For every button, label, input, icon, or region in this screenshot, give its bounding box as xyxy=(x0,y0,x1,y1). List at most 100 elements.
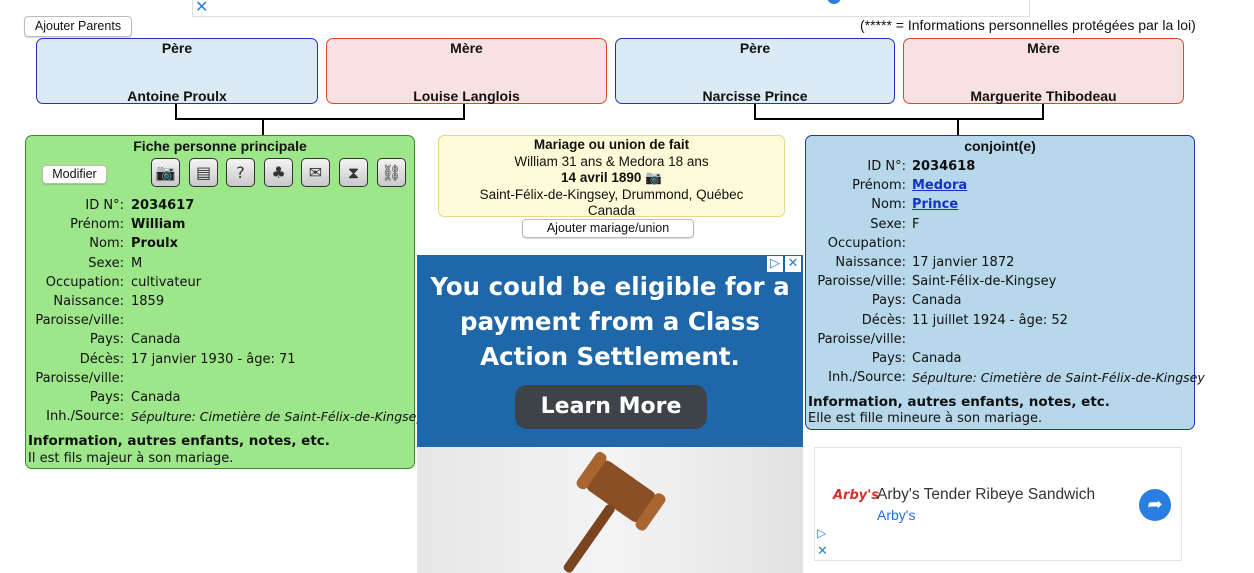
close-ad-icon[interactable]: ✕ xyxy=(195,0,208,16)
gavel-image xyxy=(417,447,803,573)
field-row: Sexe: M xyxy=(26,256,406,275)
modifier-button[interactable]: Modifier xyxy=(42,165,107,184)
ad-info-icon[interactable] xyxy=(827,0,841,4)
field-value: Sépulture: Cimetière de Saint-Félix-de-K… xyxy=(131,409,424,425)
field-row: Nom: Proulx xyxy=(26,236,406,255)
field-row: Occupation: cultivateur xyxy=(26,275,406,294)
field-row: Paroisse/ville: xyxy=(26,371,406,390)
connector-line xyxy=(754,104,756,119)
mariage-place: Saint-Félix-de-Kingsey, Drummond, Québec xyxy=(479,186,744,202)
parent-role: Père xyxy=(161,40,193,56)
adchoices-icon[interactable]: ▷ xyxy=(817,526,826,540)
field-label: Sexe: xyxy=(870,216,906,232)
spouse-parent-box-mother[interactable]: Mère Marguerite Thibodeau xyxy=(903,38,1184,104)
ad-headline: You could be eligible for a payment from… xyxy=(417,269,803,374)
ajouter-parents-button[interactable]: Ajouter Parents xyxy=(24,16,132,37)
gavel-icon xyxy=(563,451,666,573)
field-label: Décès: xyxy=(861,312,906,328)
connector-line xyxy=(175,118,465,120)
field-row: Pays: Canada xyxy=(26,390,406,409)
field-value: Canada xyxy=(131,390,181,405)
arbys-logo: Arby's xyxy=(833,488,879,503)
field-row: Pays: Canada xyxy=(806,293,1186,312)
field-row: Nom: Prince xyxy=(806,197,1186,216)
parent-name[interactable]: Antoine Proulx xyxy=(37,88,317,104)
field-label: Pays: xyxy=(871,351,906,366)
info-heading: Information, autres enfants, notes, etc. xyxy=(28,433,330,449)
spouse-card: conjoint(e) ID N°: 2034618 Prénom: Medora No… xyxy=(805,135,1205,430)
family-question-icon[interactable]: ? xyxy=(226,158,255,187)
field-label: Sexe: xyxy=(88,255,124,271)
parent-box-mother[interactable]: Mère Louise Langlois xyxy=(326,38,607,104)
connector-line xyxy=(754,118,1044,120)
ad-headline-line: You could be eligible for a xyxy=(430,272,790,301)
arbys-brand[interactable]: Arby's xyxy=(877,507,915,523)
field-value: William xyxy=(131,217,186,233)
arbys-title[interactable]: Arby's Tender Ribeye Sandwich xyxy=(877,486,1095,504)
field-value: 2034617 xyxy=(131,198,195,213)
close-ad-icon[interactable]: ✕ xyxy=(817,544,828,559)
field-label: ID N°: xyxy=(85,198,124,213)
field-label: Prénom: xyxy=(70,217,124,233)
parent-name[interactable]: Narcisse Prince xyxy=(616,88,894,104)
connector-line xyxy=(463,104,465,119)
field-row: Décès: 11 juillet 1924 - âge: 52 xyxy=(806,313,1186,332)
field-value: F xyxy=(912,216,920,232)
learn-more-button[interactable]: Learn More xyxy=(515,385,707,429)
arbys-ad[interactable]: Arby's Arby's Tender Ribeye Sandwich Arb… xyxy=(814,447,1182,561)
ad-headline-line: Action Settlement. xyxy=(480,342,740,371)
field-label: Occupation: xyxy=(827,235,906,251)
field-value: Canada xyxy=(912,351,962,366)
spouse-parent-box-father[interactable]: Père Narcisse Prince xyxy=(615,38,895,104)
field-value: 17 janvier 1930 - âge: 71 xyxy=(131,351,296,367)
ad-headline-line: payment from a Class xyxy=(460,307,760,336)
field-row: Prénom: William xyxy=(26,217,406,236)
field-label: Pays: xyxy=(89,332,124,348)
field-value[interactable]: Prince xyxy=(912,197,958,212)
field-row: Inh./Source: Sépulture: Cimetière de Sain… xyxy=(26,409,424,428)
field-label: Inh./Source: xyxy=(828,370,906,386)
field-value: cultivateur xyxy=(131,274,202,290)
info-text: Il est fils majeur à son mariage. xyxy=(28,451,234,466)
field-label: Paroisse/ville: xyxy=(35,313,124,329)
field-label: Pays: xyxy=(89,390,124,405)
settlement-ad[interactable]: ▷ ✕ You could be eligible for a payment … xyxy=(417,255,803,573)
mariage-title: Mariage ou union de fait xyxy=(533,137,690,152)
field-row: Décès: 17 janvier 1930 - âge: 71 xyxy=(26,352,406,371)
mail-icon[interactable]: ✉ xyxy=(301,158,330,187)
field-row: Naissance: 17 janvier 1872 xyxy=(806,255,1186,274)
field-value: Saint-Félix-de-Kingsey xyxy=(912,274,1057,290)
field-label: Naissance: xyxy=(835,255,906,270)
parent-name[interactable]: Louise Langlois xyxy=(327,88,606,104)
connector-line xyxy=(175,104,177,119)
field-row: Naissance: 1859 xyxy=(26,294,406,313)
field-label: Inh./Source: xyxy=(46,409,124,425)
field-label: Paroisse/ville: xyxy=(817,331,906,347)
camera-icon[interactable]: 📷 xyxy=(151,158,180,187)
hourglass-icon[interactable]: ⧗ xyxy=(339,158,368,187)
field-value[interactable]: Medora xyxy=(912,178,967,193)
link-icon[interactable]: ⛓ xyxy=(377,158,406,187)
document-icon[interactable]: ▤ xyxy=(189,158,218,187)
top-ad-banner[interactable]: ✕ xyxy=(192,0,1030,17)
parent-name[interactable]: Marguerite Thibodeau xyxy=(904,88,1183,104)
info-heading: Information, autres enfants, notes, etc. xyxy=(808,394,1110,410)
field-row: Paroisse/ville: Saint-Félix-de-Kingsey xyxy=(806,274,1186,293)
field-value: 11 juillet 1924 - âge: 52 xyxy=(912,312,1068,328)
mariage-country: Canada xyxy=(587,203,636,218)
field-row: Sexe: F xyxy=(806,217,1186,236)
field-row: Paroisse/ville: xyxy=(806,332,1186,351)
connector-line xyxy=(1042,104,1044,119)
ajouter-mariage-button[interactable]: Ajouter mariage/union xyxy=(522,219,694,238)
directions-icon[interactable]: ➦ xyxy=(1139,489,1171,521)
field-label: Nom: xyxy=(89,236,124,252)
parent-box-father[interactable]: Père Antoine Proulx xyxy=(36,38,318,104)
field-row: ID N°: 2034618 xyxy=(806,159,1186,178)
field-row: Prénom: Medora xyxy=(806,178,1186,197)
parent-role: Mère xyxy=(1027,40,1060,56)
field-value: M xyxy=(131,255,143,271)
camera-icon[interactable]: 📷 xyxy=(645,170,662,185)
field-row: ID N°: 2034617 xyxy=(26,198,406,217)
tree-icon[interactable]: ♣ xyxy=(264,158,293,187)
connector-line xyxy=(957,118,959,135)
